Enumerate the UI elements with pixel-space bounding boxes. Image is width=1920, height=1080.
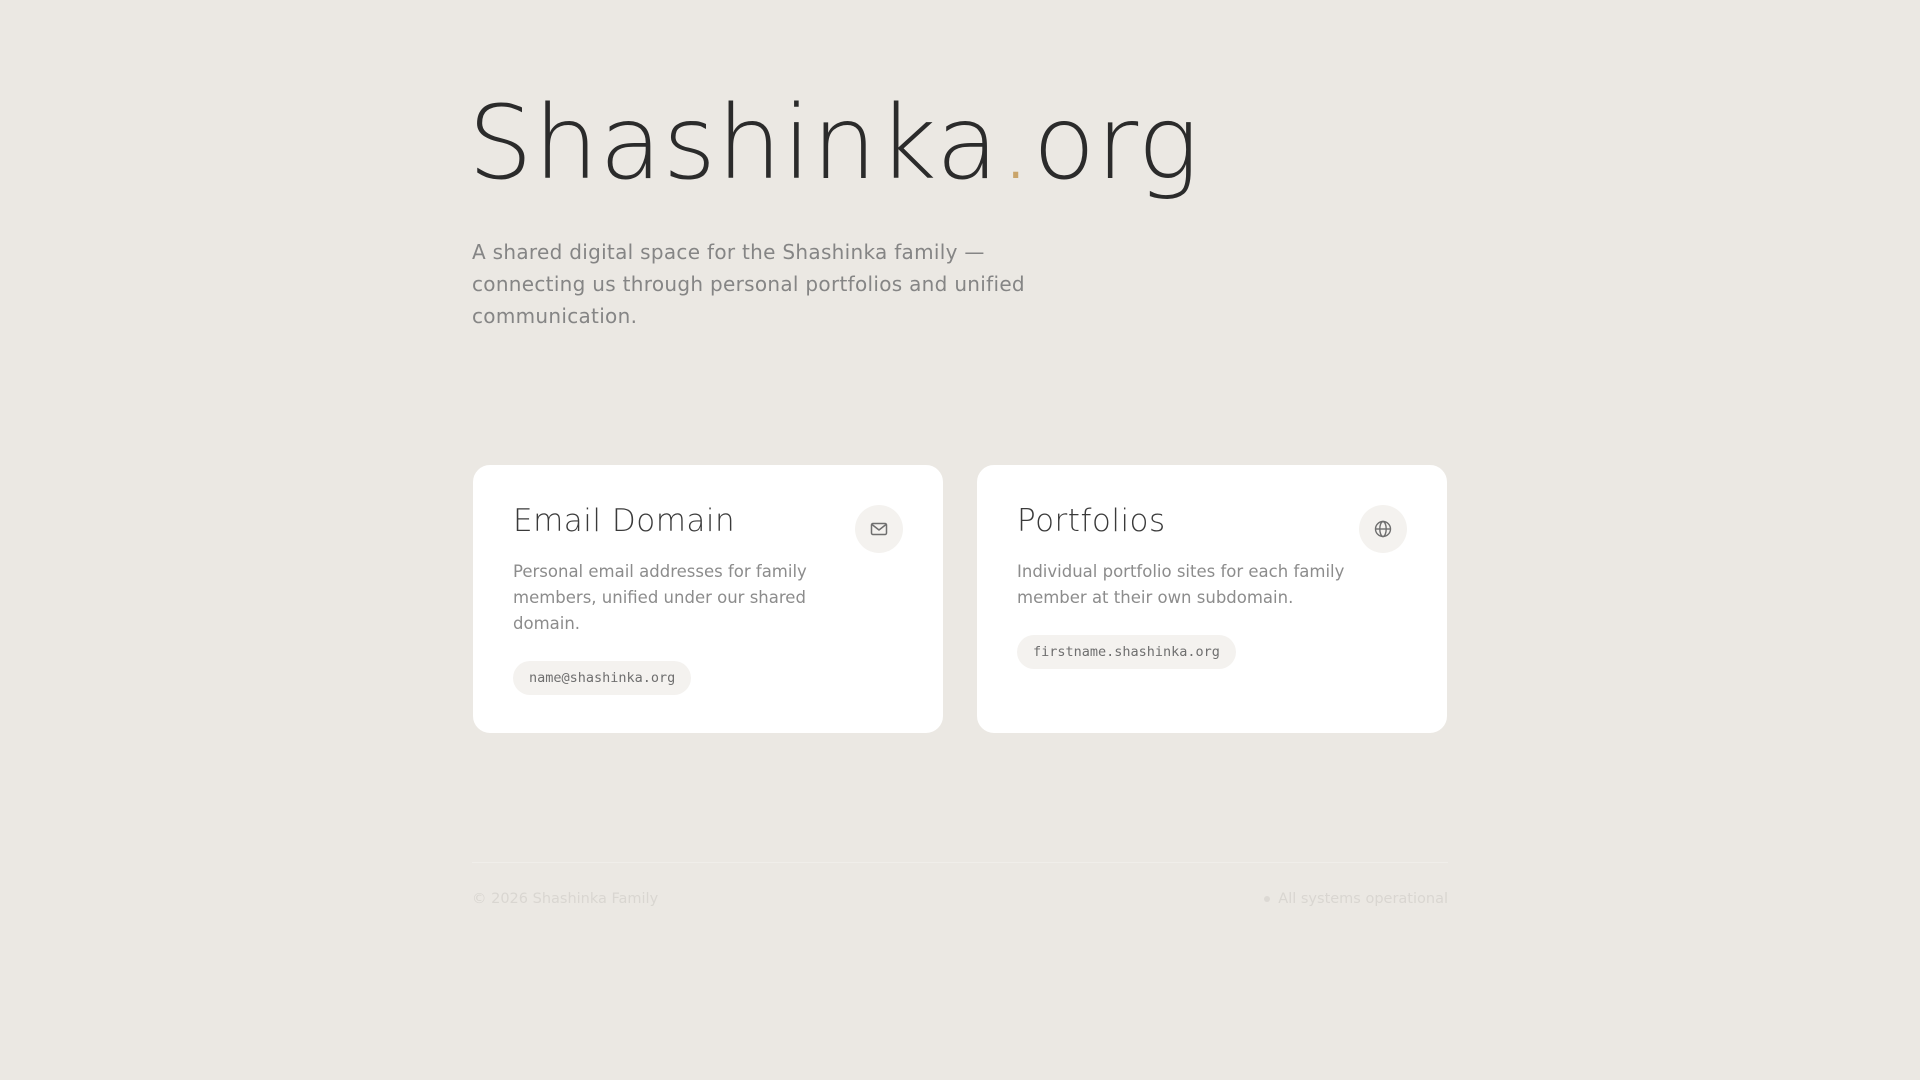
subdomain-example-chip: firstname.shashinka.org	[1017, 635, 1236, 670]
status-dot-icon	[1264, 896, 1271, 903]
site-title: Shashinka.org	[468, 87, 1448, 200]
tagline: A shared digital space for the Shashinka…	[472, 240, 1025, 329]
site-title-dot: .	[999, 84, 1033, 203]
email-domain-card: Email Domain Personal email addresses fo…	[472, 464, 944, 735]
mail-icon	[855, 505, 903, 554]
system-status: All systems operational	[1264, 891, 1448, 907]
page: Shashinka.org A shared digital space for…	[468, 0, 1448, 907]
card-description: Individual portfolio sites for each fami…	[1017, 562, 1345, 608]
email-example-chip: name@shashinka.org	[513, 661, 692, 696]
footer: © 2026 Shashinka Family All systems oper…	[472, 862, 1448, 907]
globe-icon	[1359, 505, 1407, 554]
card-title: Email Domain	[513, 503, 736, 540]
site-title-name: Shashinka	[468, 84, 1000, 203]
feature-cards: Email Domain Personal email addresses fo…	[472, 464, 1448, 735]
copyright: © 2026 Shashinka Family	[472, 891, 659, 908]
site-title-tld: org	[1032, 84, 1200, 203]
card-description: Personal email addresses for family memb…	[513, 562, 807, 634]
status-text: All systems operational	[1278, 891, 1448, 908]
portfolios-card: Portfolios Individual portfolio sites fo…	[976, 464, 1448, 735]
card-title: Portfolios	[1017, 503, 1166, 540]
hero: Shashinka.org A shared digital space for…	[468, 87, 1448, 332]
